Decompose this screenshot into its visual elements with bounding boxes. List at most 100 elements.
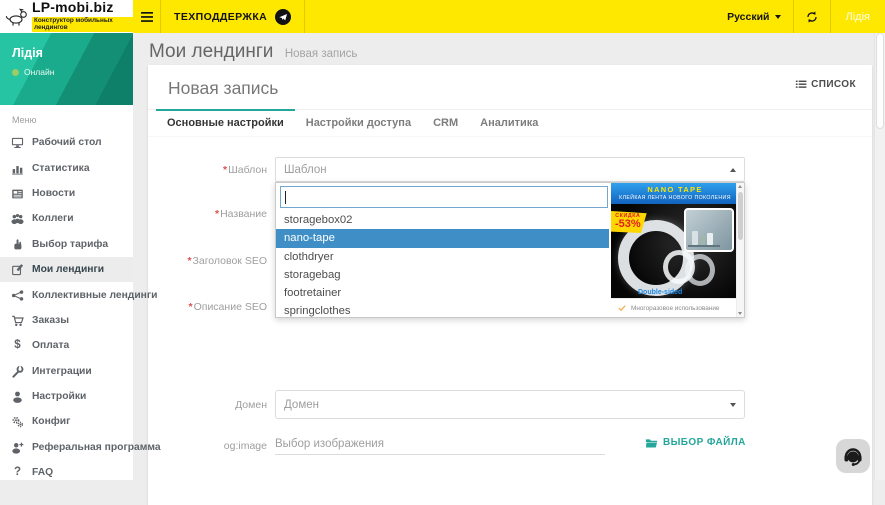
folder-icon	[645, 436, 658, 449]
choose-file-button[interactable]: ВЫБОР ФАЙЛА	[645, 436, 746, 449]
chevron-down-icon	[775, 15, 781, 19]
list-icon	[795, 78, 807, 90]
logo-title: LP-mobi.biz	[32, 0, 114, 15]
chevron-up-icon	[730, 168, 736, 172]
tape-loop-graphic	[685, 254, 715, 286]
list-button[interactable]: СПИСОК	[791, 75, 860, 93]
sidebar-item-news[interactable]: Новости	[0, 181, 133, 206]
preview-caption: Double-sided	[638, 289, 682, 296]
support-chat-widget[interactable]	[836, 439, 870, 473]
sidebar-item-collective-landings[interactable]: Коллективные лендинги	[0, 282, 133, 307]
bar-chart-icon	[11, 162, 24, 175]
refresh-button[interactable]	[793, 0, 831, 33]
preview-subtitle: КЛЕЙКАЯ ЛЕНТА НОВОГО ПОКОЛЕНИЯ	[611, 195, 739, 201]
app-logo[interactable]: LP-mobi.biz Конструктор мобильных лендин…	[0, 0, 133, 33]
page-scrollbar-thumb[interactable]	[876, 33, 884, 129]
cart-icon	[11, 314, 24, 327]
sidebar-item-orders[interactable]: Заказы	[0, 308, 133, 333]
page-scrollbar[interactable]	[874, 33, 885, 480]
chevron-down-icon	[730, 403, 736, 407]
online-status-label: Онлайн	[24, 67, 54, 77]
sidebar-toggle-button[interactable]	[133, 0, 161, 33]
scrollbar-thumb	[738, 192, 743, 240]
user-plus-icon	[11, 441, 24, 454]
domain-field-label: Домен	[148, 399, 267, 411]
sidebar-item-payment[interactable]: $Оплата	[0, 333, 133, 358]
scroll-up-icon	[738, 185, 742, 188]
news-icon	[11, 187, 24, 200]
topbar: LP-mobi.biz Конструктор мобильных лендин…	[0, 0, 885, 33]
tab-access-settings[interactable]: Настройки доступа	[295, 110, 422, 136]
preview-product-photo: СКИДКА -53% Double-sided	[611, 204, 739, 298]
template-dropdown: storagebox02 nano-tape clothdryer storag…	[275, 182, 745, 318]
wrench-icon	[11, 365, 24, 378]
breadcrumb: Новая запись	[285, 48, 358, 60]
sidebar: Лідія Онлайн Меню Рабочий стол Статистик…	[0, 33, 133, 480]
main-content: Мои лендинги Новая запись Новая запись С…	[133, 33, 885, 480]
option-footretainer[interactable]: footretainer	[276, 284, 609, 302]
share-icon	[11, 289, 24, 302]
domain-select[interactable]: Домен	[275, 390, 745, 419]
sidebar-item-my-landings[interactable]: Мои лендинги	[0, 257, 133, 282]
seo-title-field-label: *Заголовок SEO	[148, 255, 267, 267]
option-storagebox02[interactable]: storagebox02	[276, 211, 609, 229]
edit-icon	[11, 263, 24, 276]
option-storagebag[interactable]: storagebag	[276, 266, 609, 284]
user-icon	[11, 390, 24, 403]
sidebar-menu: Рабочий стол Статистика Новости Коллеги …	[0, 130, 133, 485]
preview-header: NANO TAPE КЛЕЙКАЯ ЛЕНТА НОВОГО ПОКОЛЕНИЯ	[611, 183, 739, 204]
og-image-input[interactable]: Выбор изображения	[275, 433, 605, 455]
template-select[interactable]: Шаблон	[275, 157, 745, 182]
hamburger-icon	[141, 12, 153, 22]
headset-icon	[842, 445, 864, 467]
sidebar-item-statistics[interactable]: Статистика	[0, 155, 133, 180]
option-clothdryer[interactable]: clothdryer	[276, 248, 609, 266]
logo-subtitle: Конструктор мобильных лендингов	[32, 17, 133, 32]
desktop-icon	[11, 136, 24, 149]
template-field-label: *Шаблон	[148, 164, 267, 176]
sidebar-item-settings[interactable]: Настройки	[0, 384, 133, 409]
sidebar-item-referral[interactable]: Реферальная программа	[0, 435, 133, 460]
template-search-input[interactable]	[280, 186, 608, 208]
hand-icon	[11, 238, 24, 251]
page-title: Мои лендинги	[149, 41, 273, 62]
sidebar-item-dashboard[interactable]: Рабочий стол	[0, 130, 133, 155]
question-icon: ?	[11, 466, 24, 479]
check-icon	[618, 304, 626, 312]
template-preview-thumbnail: NANO TAPE КЛЕЙКАЯ ЛЕНТА НОВОГО ПОКОЛЕНИЯ…	[611, 183, 739, 317]
profile-name: Лідія	[12, 46, 121, 60]
seo-description-field-label: *Описание SEO	[148, 301, 267, 313]
sidebar-item-tariff[interactable]: Выбор тарифа	[0, 232, 133, 257]
sidebar-item-faq[interactable]: ?FAQ	[0, 460, 133, 485]
tab-bar: Основные настройки Настройки доступа CRM…	[148, 109, 872, 137]
tab-main-settings[interactable]: Основные настройки	[156, 110, 295, 136]
profile-card: Лідія Онлайн	[0, 33, 133, 105]
gears-icon	[11, 415, 24, 428]
tab-crm[interactable]: CRM	[422, 110, 469, 136]
users-icon	[11, 212, 24, 225]
refresh-icon	[805, 10, 819, 24]
template-options-list: storagebox02 nano-tape clothdryer storag…	[276, 211, 609, 317]
support-label: ТЕХПОДДЕРЖКА	[174, 11, 267, 23]
discount-badge: СКИДКА -53%	[611, 211, 647, 233]
new-record-card: Новая запись СПИСОК Основные настройки Н…	[148, 65, 872, 505]
sidebar-item-colleagues[interactable]: Коллеги	[0, 206, 133, 231]
dollar-icon: $	[11, 339, 24, 352]
tab-analytics[interactable]: Аналитика	[469, 110, 549, 136]
dropdown-scrollbar[interactable]	[736, 183, 744, 317]
og-image-field-label: og:image	[148, 440, 267, 452]
language-selector[interactable]: Русский	[715, 0, 792, 33]
preview-title: NANO TAPE	[611, 183, 739, 194]
support-button[interactable]: ТЕХПОДДЕРЖКА	[161, 0, 305, 33]
menu-section-label: Меню	[0, 105, 133, 130]
sidebar-item-integrations[interactable]: Интеграции	[0, 359, 133, 384]
language-label: Русский	[727, 11, 769, 23]
preview-inset-photo	[684, 208, 734, 252]
option-nano-tape[interactable]: nano-tape	[276, 229, 609, 247]
online-status-dot	[12, 69, 19, 76]
topbar-user-name: Лідія	[846, 11, 870, 23]
topbar-user-button[interactable]: Лідія	[831, 0, 885, 33]
option-springclothes[interactable]: springclothes	[276, 302, 609, 317]
sidebar-item-config[interactable]: Конфиг	[0, 409, 133, 434]
card-title: Новая запись	[168, 78, 278, 99]
